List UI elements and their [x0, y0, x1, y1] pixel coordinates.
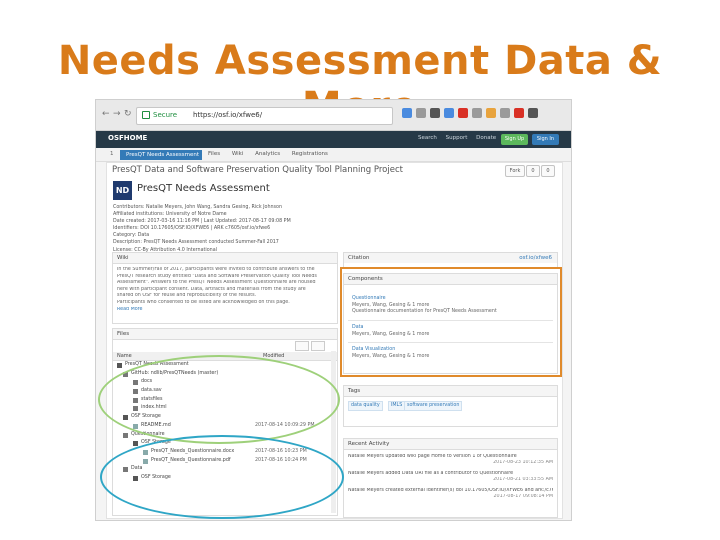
extension-icon[interactable]: [444, 108, 454, 118]
browser-toolbar: ← → ↻ Secure https://osf.io/xfwe6/: [96, 100, 571, 131]
wiki-line: shared on OSF for reuse and reproducibil…: [117, 293, 257, 299]
extension-icon[interactable]: [500, 108, 510, 118]
tab-analytics[interactable]: Analytics: [255, 151, 280, 157]
folder-icon: [117, 363, 122, 368]
activity-item: Natalie Meyers updated wiki page Home to…: [348, 454, 553, 467]
tab-wiki[interactable]: Wiki: [232, 151, 244, 157]
secure-label: Secure: [153, 111, 178, 119]
wiki-line: PresQT research study entitled "Data and…: [117, 273, 317, 279]
activity-panel: Recent Activity Natalie Meyers updated w…: [343, 438, 558, 518]
download-icon[interactable]: [311, 341, 325, 351]
extension-icon[interactable]: [472, 108, 482, 118]
files-header: Files: [113, 329, 337, 340]
forward-icon[interactable]: →: [113, 109, 121, 119]
search-icon[interactable]: [295, 341, 309, 351]
meta-identifiers: Identifiers: DOI 10.17605/OSF.IO/XFWE6 |…: [113, 226, 271, 232]
extension-icon[interactable]: [416, 108, 426, 118]
folder-icon: [133, 441, 138, 447]
tag-software-preservation[interactable]: software preservation: [404, 401, 463, 411]
project-metadata: Contributors: Natalie Meyers, John Wang,…: [113, 204, 413, 254]
folder-icon: [123, 432, 128, 438]
activity-time: 2017-08-23 10:12:35 AM: [493, 460, 553, 466]
meta-category: Category: Data: [113, 233, 150, 239]
fork-button[interactable]: Fork: [505, 165, 525, 177]
read-more-link[interactable]: Read More: [113, 307, 337, 314]
osf-link-donate[interactable]: Donate: [476, 135, 496, 141]
files-toolbar: [113, 340, 337, 352]
extension-icon[interactable]: [514, 108, 524, 118]
share-button[interactable]: 0: [526, 165, 540, 177]
wiki-line: Assessment". Answers to the PresQT Needs…: [117, 280, 316, 286]
osf-link-search[interactable]: Search: [418, 135, 437, 141]
osf-home-logo[interactable]: OSFHOME: [108, 134, 147, 142]
meta-dates: Date created: 2017-03-16 11:16 PM | Last…: [113, 219, 291, 225]
components-highlight: [340, 267, 562, 377]
tab-needs-assessment[interactable]: PresQT Needs Assessment: [120, 150, 202, 160]
activity-header: Recent Activity: [344, 439, 557, 450]
parent-project-title[interactable]: PresQT Data and Software Preservation Qu…: [112, 165, 403, 175]
osf-links: Search Support Donate: [418, 135, 503, 141]
col-name[interactable]: Name: [117, 353, 132, 359]
activity-item: Natalie Meyers added Data URI file as a …: [348, 471, 553, 484]
wiki-line: Participants who consented to be listed …: [117, 299, 290, 305]
bookmark-button[interactable]: 0: [541, 165, 555, 177]
sign-up-button[interactable]: Sign Up: [501, 134, 528, 145]
meta-description: Description: PresQT Needs Assessment con…: [113, 240, 279, 246]
sign-in-button[interactable]: Sign In: [532, 134, 559, 145]
wiki-panel: Wiki In the Summer/Fall of 2017, partici…: [112, 252, 338, 324]
tags-header: Tags: [344, 386, 557, 397]
extension-icon[interactable]: [430, 108, 440, 118]
address-bar[interactable]: Secure https://osf.io/xfwe6/: [136, 107, 393, 125]
screenshot: ← → ↻ Secure https://osf.io/xfwe6/ OSFHO…: [95, 99, 572, 521]
citation-link[interactable]: osf.io/xfwe6: [519, 253, 552, 263]
nav-number: 1: [110, 151, 114, 157]
extension-icon[interactable]: [458, 108, 468, 118]
meta-institutions: Affiliated institutions: University of N…: [113, 212, 227, 218]
extension-icon[interactable]: [402, 108, 412, 118]
tab-files[interactable]: Files: [208, 151, 220, 157]
project-navbar: 1 PresQT Needs Assessment Files Wiki Ana…: [96, 148, 571, 162]
tags-panel: Tags data quality IMLS software preserva…: [343, 385, 558, 427]
extension-icons: [402, 108, 542, 120]
lock-icon: [142, 111, 150, 119]
citation-title: Citation: [348, 255, 370, 261]
activity-item: Natalie Meyers created external identifi…: [348, 488, 553, 501]
project-name: PresQT Needs Assessment: [137, 183, 270, 194]
tab-registrations[interactable]: Registrations: [292, 151, 328, 157]
meta-contributors: Contributors: Natalie Meyers, John Wang,…: [113, 205, 283, 210]
tag-data-quality[interactable]: data quality: [348, 401, 383, 411]
citation-header[interactable]: Citation osf.io/xfwe6: [344, 253, 557, 263]
github-highlight: [98, 355, 340, 444]
reload-icon[interactable]: ↻: [124, 109, 132, 119]
activity-time: 2017-08-17 09:08:14 PM: [493, 494, 553, 500]
back-icon[interactable]: ←: [102, 109, 110, 119]
osf-link-support[interactable]: Support: [446, 135, 468, 141]
tag-imls[interactable]: IMLS: [388, 401, 406, 411]
notre-dame-logo: ND: [113, 181, 132, 200]
wiki-line: In the Summer/Fall of 2017, participants…: [117, 267, 315, 272]
wiki-line: here with participant consent. Data, art…: [117, 286, 306, 292]
extension-icon[interactable]: [486, 108, 496, 118]
extension-icon[interactable]: [528, 108, 538, 118]
activity-time: 2017-08-21 03:33:55 AM: [493, 477, 553, 483]
wiki-header: Wiki: [113, 253, 337, 264]
questionnaire-highlight: [100, 435, 344, 519]
osf-navbar: OSFHOME Search Support Donate Sign Up Si…: [96, 131, 571, 148]
citation-panel: Citation osf.io/xfwe6: [343, 252, 558, 268]
url-text: https://osf.io/xfwe6/: [193, 111, 263, 119]
